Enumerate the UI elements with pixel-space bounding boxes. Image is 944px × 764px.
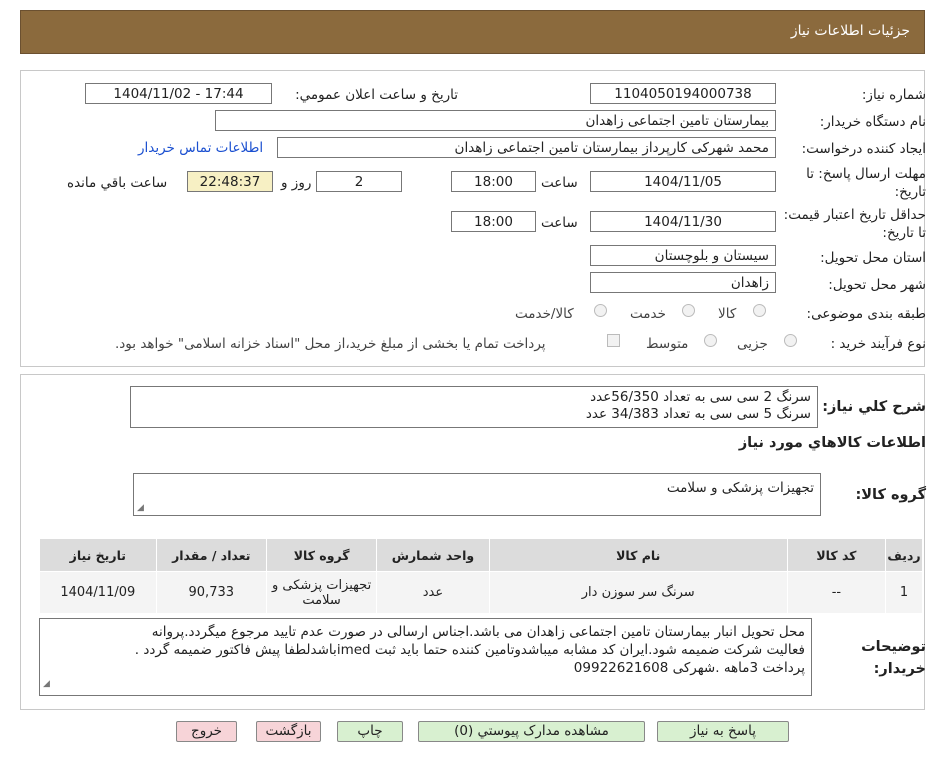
goods-group-label: گروه کالا:: [855, 487, 926, 503]
category-radio-goods[interactable]: [753, 304, 766, 317]
validity-time-label: ساعت: [541, 215, 578, 231]
exit-button[interactable]: خروج: [176, 721, 237, 742]
city-label: شهر محل تحويل:: [828, 277, 926, 293]
remaining-time-field: 22:48:37: [187, 171, 273, 192]
treasury-checkbox[interactable]: [607, 334, 620, 347]
province-field: سيستان و بلوچستان: [590, 245, 776, 266]
items-table: رديف کد کالا نام کالا واحد شمارش گروه کا…: [39, 538, 923, 614]
description-label: شرح کلي نياز:: [822, 399, 926, 415]
col-row-header: رديف: [885, 538, 923, 572]
validity-date-field: 1404/11/30: [590, 211, 776, 232]
goods-group-value: تجهیزات پزشکی و سلامت: [666, 480, 814, 496]
col-code-header: کد کالا: [786, 538, 887, 572]
announce-label: تاریخ و ساعت اعلان عمومي:: [295, 87, 458, 103]
requester-label: ايجاد کننده درخواست:: [801, 141, 926, 157]
resize-grip-icon[interactable]: ◢: [43, 675, 50, 693]
col-unit-header: واحد شمارش: [376, 538, 490, 572]
category-label: طبقه بندی موضوعی:: [806, 306, 926, 322]
payment-note: پرداخت تمام یا بخشی از مبلغ خرید،از محل …: [115, 336, 546, 352]
remaining-label: ساعت باقي مانده: [67, 175, 168, 191]
cell-unit: عدد: [376, 571, 490, 614]
need-number-field: 1104050194000738: [590, 83, 776, 104]
description-line-1: سرنگ 2 سی سی به تعداد 56/350عدد: [590, 389, 811, 405]
cell-group: تجهیزات پزشکی و سلامت: [265, 571, 378, 614]
city-field: زاهدان: [590, 272, 776, 293]
deadline-date-field: 1404/11/05: [590, 171, 776, 192]
requester-field: محمد شهرکی کارپرداز بیمارستان تامین اجتم…: [277, 137, 776, 158]
col-group-header: گروه کالا: [265, 538, 378, 572]
buyer-contact-link[interactable]: اطلاعات تماس خريدار: [138, 140, 263, 156]
process-label: نوع فرآیند خرید :: [830, 336, 926, 352]
print-button[interactable]: چاپ: [337, 721, 403, 742]
buyer-notes-line-1: محل تحویل انبار بیمارستان تامین اجتماعی …: [151, 624, 805, 640]
description-line-2: سرنگ 5 سی سی به تعداد 34/383 عدد: [585, 406, 811, 422]
reply-button[interactable]: پاسخ به نياز: [657, 721, 789, 742]
buyer-notes-label: توضيحات خريدار:: [861, 639, 926, 677]
days-label: روز و: [281, 175, 312, 191]
view-attachments-button[interactable]: مشاهده مدارک پيوستي (0): [418, 721, 645, 742]
province-label: استان محل تحويل:: [820, 250, 926, 266]
buyer-notes-textarea[interactable]: محل تحویل انبار بیمارستان تامین اجتماعی …: [39, 618, 812, 696]
cell-date: 1404/11/09: [39, 571, 157, 614]
cell-qty: 90,733: [155, 571, 267, 614]
table-header-row: رديف کد کالا نام کالا واحد شمارش گروه کا…: [39, 538, 923, 572]
need-number-label: شماره نیاز:: [861, 87, 926, 103]
col-name-header: نام کالا: [488, 538, 788, 572]
buyer-notes-line-3: پرداخت 3ماهه .شهرکی 09922621608: [573, 660, 805, 676]
process-option-minor: جزیی: [737, 336, 768, 352]
resize-grip-icon[interactable]: ◢: [137, 503, 144, 513]
deadline-time-field: 18:00: [451, 171, 536, 192]
buyer-notes-line-2: فعالیت شرکت ضمیمه شود.ایران کد مشابه میب…: [134, 642, 805, 658]
col-qty-header: تعداد / مقدار: [155, 538, 267, 572]
table-row: 1 -- سرنگ سر سوزن دار عدد تجهیزات پزشکی …: [39, 571, 923, 614]
validity-label: حداقل تاريخ اعتبار قيمت: تا تاريخ:: [783, 207, 926, 241]
category-radio-service[interactable]: [682, 304, 695, 317]
page-header: جزئیات اطلاعات نیاز: [20, 10, 925, 54]
days-field: 2: [316, 171, 402, 192]
deadline-label: مهلت ارسال پاسخ: تا تاريخ:: [806, 166, 926, 200]
goods-info-title: اطلاعات کالاهاي مورد نياز: [738, 435, 926, 451]
deadline-time-label: ساعت: [541, 175, 578, 191]
page-title: جزئیات اطلاعات نیاز: [790, 23, 910, 39]
category-radio-goods-service[interactable]: [594, 304, 607, 317]
validity-time-field: 18:00: [451, 211, 536, 232]
back-button[interactable]: بازگشت: [256, 721, 321, 742]
category-option-service: خدمت: [630, 306, 666, 322]
description-textarea[interactable]: سرنگ 2 سی سی به تعداد 56/350عدد سرنگ 5 س…: [130, 386, 818, 428]
buyer-field: بیمارستان تامین اجتماعی زاهدان: [215, 110, 776, 131]
announce-field: 1404/11/02 - 17:44: [85, 83, 272, 104]
cell-row: 1: [885, 571, 923, 614]
buyer-label: نام دستگاه خريدار:: [819, 114, 926, 130]
process-option-medium: متوسط: [646, 336, 689, 352]
cell-code: --: [786, 571, 887, 614]
process-radio-medium[interactable]: [704, 334, 717, 347]
col-date-header: تاريخ نياز: [39, 538, 157, 572]
goods-group-textarea[interactable]: تجهیزات پزشکی و سلامت ◢: [133, 473, 821, 516]
process-radio-minor[interactable]: [784, 334, 797, 347]
cell-name: سرنگ سر سوزن دار: [488, 571, 788, 614]
category-option-goods-service: کالا/خدمت: [515, 306, 574, 322]
category-option-goods: کالا: [718, 306, 737, 322]
